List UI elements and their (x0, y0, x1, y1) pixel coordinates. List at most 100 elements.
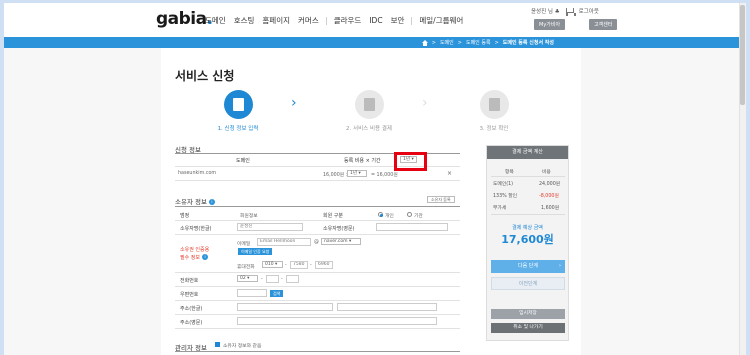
summary-col-item: 항목 (505, 170, 514, 175)
row-divider (175, 328, 460, 329)
row-divider (175, 286, 460, 287)
row-period-select[interactable]: 1년 ▾ (347, 170, 367, 177)
mobile-middle-input[interactable]: 7580 (290, 261, 308, 269)
same-as-owner-label: 소유자 정보와 같음 (223, 344, 262, 349)
domain-row-total: = 16,000원 (371, 173, 398, 178)
phone-area-value: 02 (240, 276, 246, 281)
step-label: 1. 신청 정보 입력 (217, 126, 259, 132)
name-en-input[interactable] (376, 223, 448, 231)
browser-viewport: gabia. 도메인 호스팅 홈페이지 커머스 클라우드 IDC 보안 메일/그… (4, 3, 746, 355)
address-kr-detail-input[interactable] (337, 303, 437, 311)
cart-icon[interactable] (565, 7, 576, 15)
step-arrow-icon: › (291, 95, 297, 111)
zip-search-button[interactable]: 검색 (270, 290, 284, 297)
email-domain-value: naver.com (324, 239, 348, 244)
email-at: @ (314, 240, 319, 245)
zip-input[interactable] (237, 289, 267, 297)
user-util: 윤성진 님 ♣ 로그아웃 (531, 7, 599, 15)
summary-col-cost: 비용 (542, 170, 551, 175)
row-divider (175, 234, 460, 235)
radio-personal[interactable] (378, 212, 383, 217)
nav-item-security[interactable]: 보안 (387, 15, 409, 26)
domain-name: haseunkim.com (178, 171, 217, 176)
prev-step-label: 이전단계 (518, 281, 538, 287)
summary-divider (491, 214, 565, 215)
email-label: 이메일 (237, 242, 251, 247)
email-verify-button[interactable]: 이메일 인증 요청 (238, 248, 273, 255)
nav-divider (325, 16, 327, 25)
zip-label: 우편번호 (180, 292, 199, 298)
payment-summary: 결제 금액 계산 항목 비용 도메인(1) 24,000원 133% 할인 -8… (486, 145, 569, 341)
phone-dash: - (261, 277, 263, 282)
owner-info-title: 소유자 정보 i (175, 196, 215, 206)
nav-item-hosting[interactable]: 호스팅 (230, 15, 259, 26)
summary-item: 도메인(1) (493, 182, 514, 187)
nav-item-cloud[interactable]: 클라우드 (330, 15, 366, 26)
logout-link[interactable]: 로그아웃 (579, 7, 599, 15)
step-apply-info: 1. 신청 정보 입력 (208, 90, 268, 132)
confirm-icon (488, 98, 500, 111)
phone-area-select[interactable]: 02 ▾ (237, 275, 258, 282)
row-divider (175, 314, 460, 315)
page-title: 서비스 신청 (175, 69, 235, 83)
owner-info-title-text: 소유자 정보 (175, 198, 207, 206)
user-greeting: 윤성진 님 ♣ (531, 9, 560, 15)
step-circle (223, 90, 253, 119)
breadcrumb-item[interactable]: 도메인 등록 (466, 39, 491, 46)
payment-icon (363, 98, 375, 111)
logo-text: gabia (156, 9, 207, 29)
phone-dash: - (285, 263, 287, 268)
breadcrumb-item[interactable]: 도메인 (440, 39, 454, 46)
info-icon[interactable]: i (208, 199, 215, 205)
email-domain-select[interactable]: naver.com ▾ (321, 238, 361, 245)
scrollbar-thumb[interactable] (740, 5, 745, 105)
home-icon[interactable] (421, 39, 428, 46)
row-divider (175, 300, 460, 301)
email-id-input[interactable]: Email Hellmoon (257, 238, 311, 246)
summary-item: 부가세 (493, 206, 507, 211)
required-label-2-text: 필수 정보 (180, 255, 200, 261)
radio-organization[interactable] (407, 212, 412, 217)
mobile-prefix-select[interactable]: 010 ▾ (262, 261, 283, 268)
nav-item-mail[interactable]: 메일/그룹웨어 (415, 15, 467, 26)
next-step-button[interactable]: 다음 단계 › (491, 260, 565, 273)
address-kr-input[interactable] (237, 303, 333, 311)
member-type-label: 회원 구분 (323, 213, 343, 219)
radio-personal-label: 개인 (385, 214, 394, 219)
phone-last-input[interactable] (286, 275, 299, 283)
same-as-owner-checkbox[interactable] (215, 342, 220, 347)
owner-load-button[interactable]: 소유자 등록 (427, 196, 455, 203)
table-top-border (175, 351, 460, 352)
breadcrumb-separator: > (431, 39, 436, 46)
step-confirm: 3. 정보 확인 (464, 90, 524, 132)
scrollbar[interactable] (739, 3, 746, 355)
nav-divider (411, 16, 413, 25)
address-en-input[interactable] (237, 317, 437, 325)
customer-center-button[interactable]: 고객센터 (589, 19, 618, 30)
row-divider (175, 220, 460, 221)
info-icon[interactable]: i (202, 254, 208, 260)
nav-item-commerce[interactable]: 커머스 (294, 15, 323, 26)
name-kr-input[interactable]: 윤성진 (237, 223, 303, 231)
kind-value: 회원정보 (240, 214, 258, 219)
prev-step-button[interactable]: 이전단계 (491, 277, 565, 290)
temp-save-button[interactable]: 임시저장 (491, 309, 565, 319)
mobile-last-input[interactable]: 6960 (315, 261, 333, 269)
my-gabia-button[interactable]: My가비아 (534, 19, 566, 30)
domain-price: 16,000원 × (323, 173, 350, 178)
breadcrumb-separator: > (457, 39, 462, 46)
nav-item-domain[interactable]: 도메인 (201, 15, 230, 26)
remove-icon[interactable]: × (447, 170, 452, 177)
total-label: 결제 예상 금액 (512, 225, 543, 231)
breadcrumb: > 도메인 > 도메인 등록 > 도메인 등록 신청서 작성 (421, 39, 554, 46)
table-top-border (175, 206, 460, 207)
cancel-exit-button[interactable]: 취소 및 나가기 (491, 323, 565, 333)
required-label: 소유권 인증용 (180, 247, 210, 253)
phone-middle-input[interactable] (266, 275, 279, 283)
kind-label: 범정 (180, 213, 190, 219)
required-label-2: 필수 정보 i (180, 254, 208, 261)
step-circle (354, 90, 384, 119)
nav-item-idc[interactable]: IDC (365, 16, 386, 25)
site-header: gabia. 도메인 호스팅 홈페이지 커머스 클라우드 IDC 보안 메일/그… (4, 3, 739, 37)
nav-item-homepage[interactable]: 홈페이지 (258, 15, 294, 26)
